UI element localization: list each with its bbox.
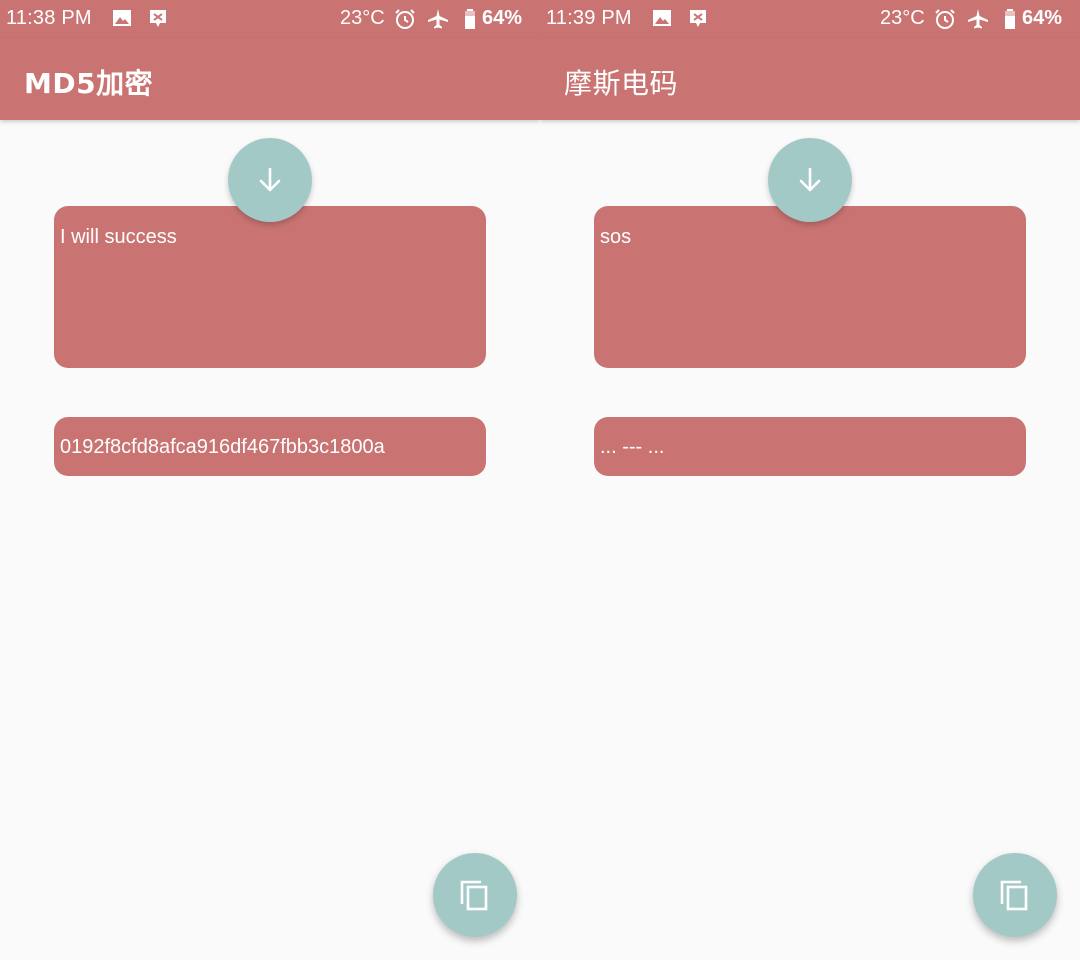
page-title: MD5加密 [24,67,154,100]
app-bar: MD5加密 [0,38,540,120]
status-bar: 11:39 PM 23°C 64% [540,0,1080,38]
input-text[interactable]: sos [600,226,631,249]
status-time: 11:39 PM [546,7,632,29]
arrow-down-icon [799,167,821,192]
copy-icon [1000,880,1028,911]
status-temperature: 23°C [340,7,385,29]
status-temperature: 23°C [880,7,925,29]
page-title: 摩斯电码 [564,67,679,100]
notification-app-icon [690,10,706,27]
alarm-icon [395,9,415,29]
output-field[interactable]: ... --- ... [594,417,1026,476]
status-battery: 64% [482,7,523,29]
alarm-icon [935,9,955,29]
airplane-icon [428,9,448,29]
input-text[interactable]: I will success [60,226,177,249]
output-text: ... --- ... [600,436,665,458]
arrow-down-icon [259,167,281,192]
image-icon [113,10,131,26]
output-field[interactable]: 0192f8cfd8afca916df467fbb3c1800a [54,417,486,476]
app-bar: 摩斯电码 [540,38,1080,120]
battery-icon [465,9,475,29]
output-text: 0192f8cfd8afca916df467fbb3c1800a [60,436,385,458]
status-battery: 64% [1022,7,1063,29]
notification-app-icon [150,10,166,27]
copy-icon [460,880,488,911]
status-bar: 11:38 PM 23°C 64% [0,0,540,38]
convert-button[interactable] [228,138,312,222]
battery-icon [1005,9,1015,29]
screen-morse: 11:39 PM 23°C 64% 摩斯电码 sos ... --- ... [540,0,1080,960]
copy-button[interactable] [433,853,517,937]
airplane-icon [968,9,988,29]
status-time: 11:38 PM [6,7,92,29]
input-field[interactable]: sos [594,206,1026,368]
copy-button[interactable] [973,853,1057,937]
input-field[interactable]: I will success [54,206,486,368]
image-icon [653,10,671,26]
screen-md5: 11:38 PM 23°C 64% MD5加密 I will success 0… [0,0,540,960]
convert-button[interactable] [768,138,852,222]
